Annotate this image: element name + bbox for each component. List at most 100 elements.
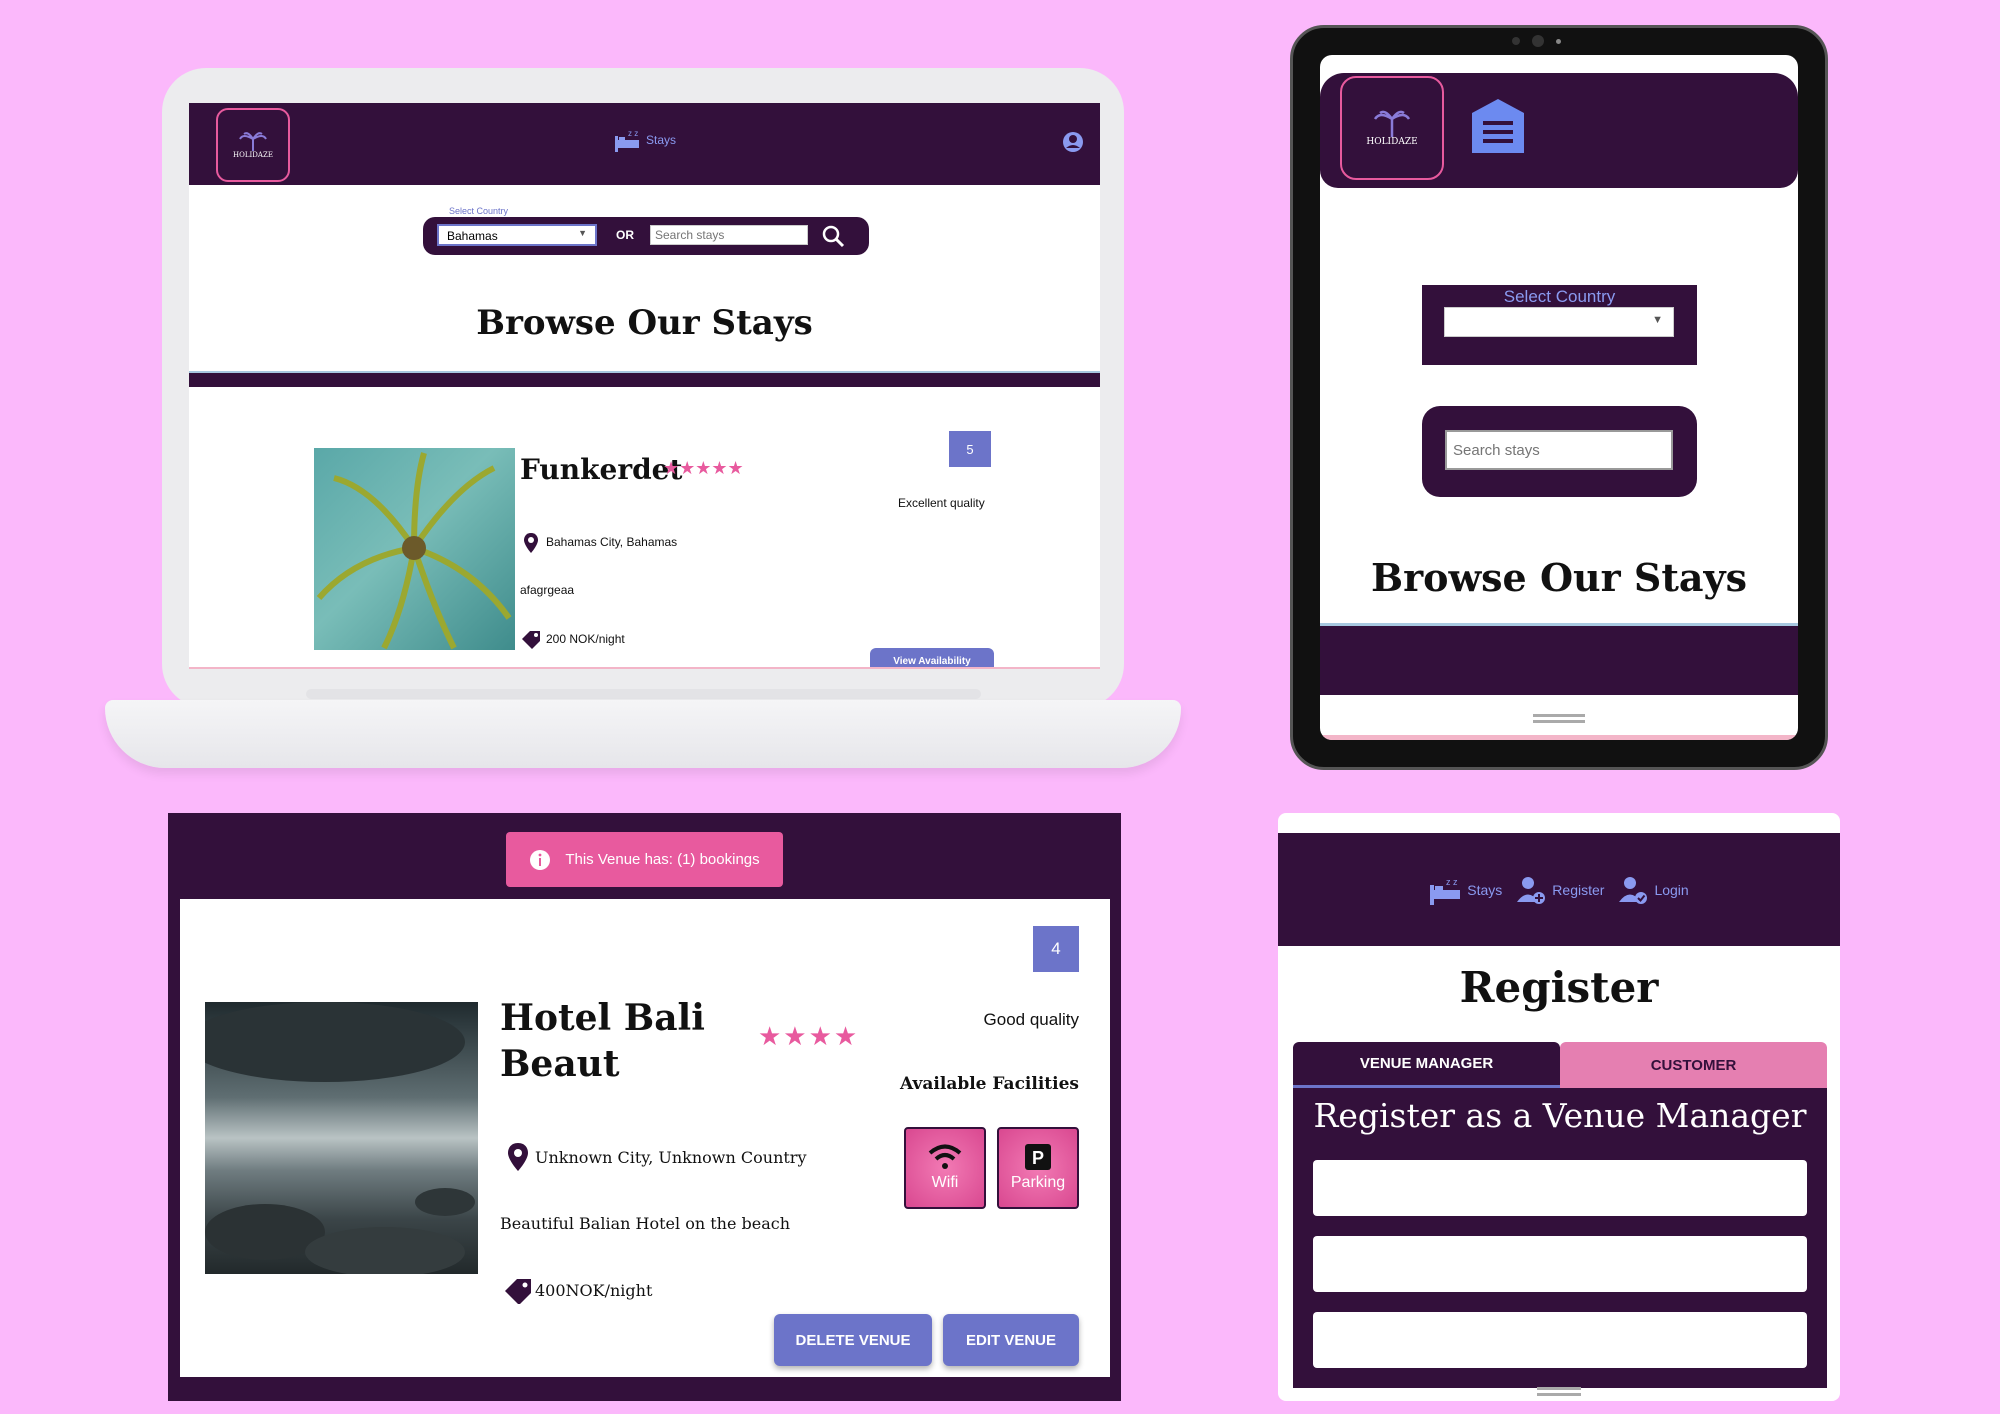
logo-text: HOLIDAZE xyxy=(1366,137,1418,147)
register-title: Register xyxy=(1459,963,1659,1012)
nav-stays-link[interactable]: z z Stays xyxy=(614,128,676,152)
facilities-title: Available Facilities xyxy=(900,1074,1079,1094)
tab-venue-manager[interactable]: VENUE MANAGER xyxy=(1293,1042,1560,1088)
venue-location: Unknown City, Unknown Country xyxy=(535,1148,807,1167)
facility-parking-label: Parking xyxy=(1010,1174,1066,1191)
nav-register-label: Register xyxy=(1552,881,1605,898)
alert-text: This Venue has: (1) bookings xyxy=(565,851,760,868)
nav-stays-link[interactable]: z z Stays xyxy=(1429,875,1502,905)
purple-band xyxy=(1320,626,1798,695)
bookings-alert: This Venue has: (1) bookings xyxy=(506,832,783,887)
facility-wifi-label: Wifi xyxy=(931,1174,959,1191)
drag-handle-line xyxy=(1537,1393,1581,1396)
nav-login-link[interactable]: Login xyxy=(1618,875,1689,905)
venue-name: Hotel Bali Beaut xyxy=(500,995,705,1087)
venue-description: afagrgeaa xyxy=(520,583,575,597)
drag-handle[interactable] xyxy=(1533,714,1585,717)
rating-badge: 4 xyxy=(1033,926,1079,972)
site-logo[interactable]: HOLIDAZE xyxy=(216,108,290,182)
register-nav: z z Stays Register Login xyxy=(1278,833,1840,946)
stormy-sea-photo xyxy=(205,1002,475,1274)
venue-stars: ★★★★ xyxy=(758,1021,860,1051)
search-input[interactable] xyxy=(650,225,808,245)
user-account-icon[interactable] xyxy=(1062,131,1084,153)
parking-icon: P xyxy=(1025,1144,1051,1170)
tablet-camera xyxy=(1532,35,1544,47)
logo-text: HOLIDAZE xyxy=(233,151,273,159)
or-text: OR xyxy=(616,228,634,242)
laptop-screen: HOLIDAZE z z Stays Select Country Bahama… xyxy=(189,103,1100,669)
wifi-icon xyxy=(928,1144,962,1169)
venue-name-line1: Hotel Bali xyxy=(500,997,705,1039)
user-check-icon xyxy=(1619,876,1648,904)
venue-name: Funkerdet xyxy=(520,453,683,486)
nav-register-link[interactable]: Register xyxy=(1516,875,1604,905)
search-icon[interactable] xyxy=(821,224,845,248)
tablet-logo[interactable]: HOLIDAZE xyxy=(1340,76,1444,180)
laptop-hinge xyxy=(306,689,981,699)
quality-label: Excellent quality xyxy=(898,496,985,510)
select-country-label: Select Country xyxy=(449,206,509,216)
tablet-screen: HOLIDAZE Select Country ▼ Browse Our Sta… xyxy=(1320,55,1798,740)
svg-text:z z: z z xyxy=(1446,877,1458,887)
select-country-label: Select Country xyxy=(1503,287,1616,306)
price-tag-icon xyxy=(505,1279,531,1304)
svg-text:z z: z z xyxy=(628,129,638,138)
venue-card: 4 Hotel Bali Beaut ★★★★ Good quality Ava… xyxy=(180,899,1110,1377)
info-icon xyxy=(530,849,551,870)
country-select-value: Bahamas xyxy=(447,229,498,243)
palm-logo-icon xyxy=(1373,110,1411,137)
venue-price: 200 NOK/night xyxy=(546,632,625,646)
venue-price: 400NOK/night xyxy=(535,1281,653,1300)
venue-image[interactable] xyxy=(314,448,515,650)
venue-image[interactable] xyxy=(205,1002,478,1274)
location-pin-icon xyxy=(524,533,538,553)
delete-venue-button[interactable]: DELETE VENUE xyxy=(774,1314,932,1366)
location-pin-icon xyxy=(508,1143,528,1171)
venue-location: Bahamas City, Bahamas xyxy=(546,535,678,549)
facility-parking: P Parking xyxy=(997,1127,1079,1209)
form-input-3[interactable] xyxy=(1313,1312,1807,1368)
register-screen: z z Stays Register Login Register VENUE … xyxy=(1278,813,1840,1401)
page-title: Browse Our Stays xyxy=(1370,555,1748,600)
venue-name-line2: Beaut xyxy=(500,1043,620,1085)
view-availability-button[interactable]: View Availability xyxy=(870,648,994,669)
laptop-base xyxy=(105,700,1181,768)
venue-stars: ★★★★★ xyxy=(663,458,744,478)
quality-label: Good quality xyxy=(983,1010,1079,1029)
palm-logo-icon xyxy=(239,132,267,151)
form-input-1[interactable] xyxy=(1313,1160,1807,1216)
add-user-icon xyxy=(1517,876,1546,904)
search-input[interactable] xyxy=(1445,430,1673,470)
drag-handle-line xyxy=(1533,720,1585,723)
page-title: Browse Our Stays xyxy=(476,303,813,343)
bed-icon: z z xyxy=(615,129,639,152)
facility-wifi: Wifi xyxy=(904,1127,986,1209)
form-title: Register as a Venue Manager xyxy=(1313,1096,1807,1135)
venue-description: Beautiful Balian Hotel on the beach xyxy=(500,1214,791,1233)
tablet-header: HOLIDAZE xyxy=(1320,73,1798,188)
purple-band xyxy=(189,373,1100,387)
nav-login-label: Login xyxy=(1654,881,1689,898)
tab-customer[interactable]: CUSTOMER xyxy=(1560,1042,1827,1088)
palm-tree-photo xyxy=(316,452,512,650)
tablet-country-filter: Select Country ▼ xyxy=(1422,285,1697,365)
bottom-line xyxy=(189,667,1100,669)
register-form: Register as a Venue Manager xyxy=(1293,1088,1827,1388)
tablet-dot xyxy=(1556,39,1561,44)
hamburger-menu-icon[interactable] xyxy=(1472,99,1524,153)
svg-text:P: P xyxy=(1032,1148,1044,1168)
price-tag-icon xyxy=(522,631,540,649)
chevron-down-icon: ▼ xyxy=(578,228,587,238)
edit-venue-button[interactable]: EDIT VENUE xyxy=(943,1314,1079,1366)
nav-stays-label: Stays xyxy=(1467,881,1503,898)
search-bar: Bahamas ▼ OR xyxy=(423,217,869,255)
drag-handle[interactable] xyxy=(1537,1387,1581,1390)
site-header: HOLIDAZE z z Stays xyxy=(189,103,1100,185)
bottom-line xyxy=(1320,735,1798,740)
country-select[interactable]: ▼ xyxy=(1444,307,1674,337)
bed-icon: z z xyxy=(1430,877,1461,905)
country-select[interactable]: Bahamas ▼ xyxy=(437,224,597,246)
chevron-down-icon: ▼ xyxy=(1652,314,1663,326)
form-input-2[interactable] xyxy=(1313,1236,1807,1292)
